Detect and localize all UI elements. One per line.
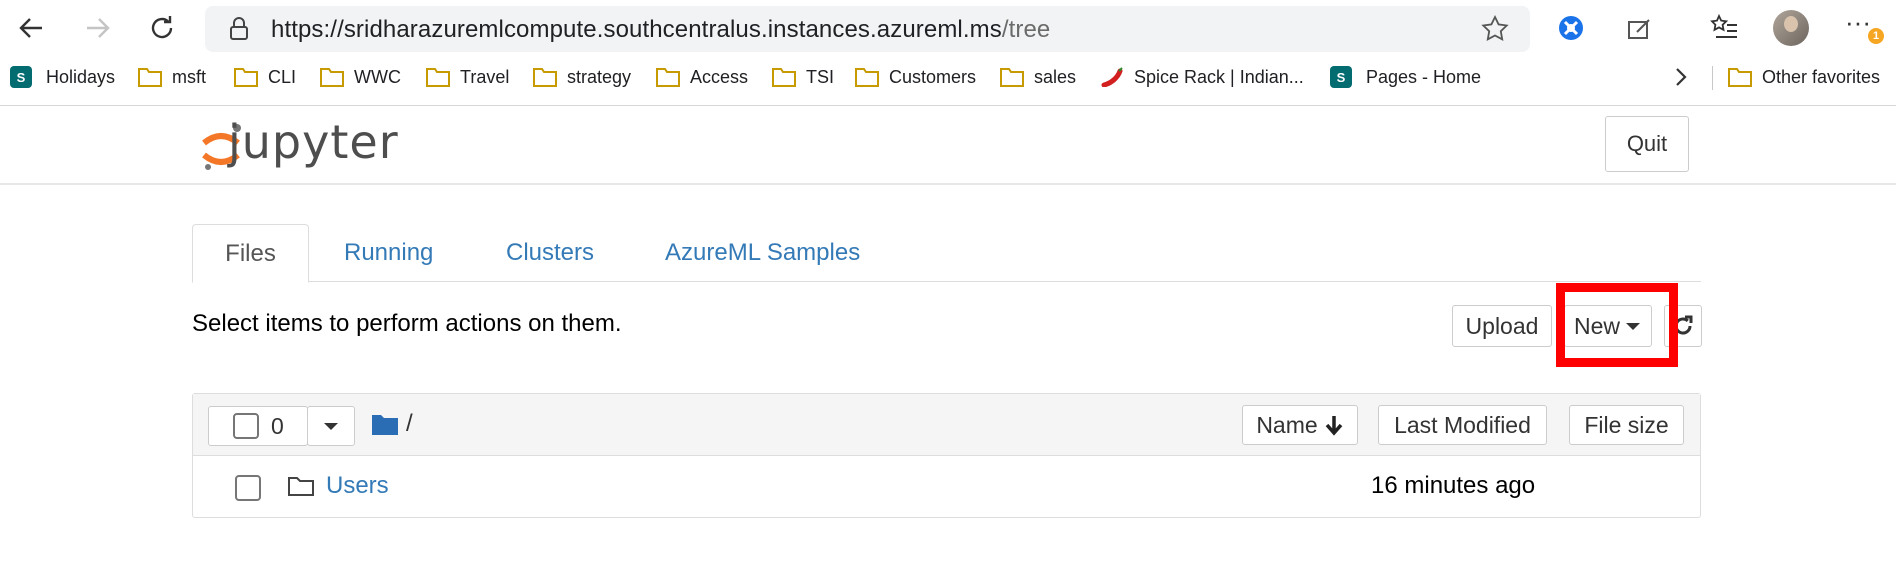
folder-home-icon[interactable] [371, 412, 399, 436]
sort-file-size-button[interactable]: File size [1569, 405, 1684, 445]
folder-icon [1728, 68, 1752, 87]
folder-icon [138, 68, 162, 87]
favorite-label: Travel [460, 66, 510, 87]
sharepoint-icon: S [10, 66, 32, 88]
tab-bar: Files Running Clusters AzureML Samples [192, 224, 1701, 283]
favorite-label: Customers [889, 66, 977, 87]
collections-edit-button[interactable] [1622, 10, 1658, 46]
folder-icon [1000, 68, 1024, 87]
file-list: 0 / Name Last Modified File size Users 1… [192, 393, 1701, 518]
other-favorites[interactable]: Other favorites [1728, 64, 1880, 90]
folder-icon [656, 68, 680, 87]
favorite-item[interactable]: msft [138, 64, 206, 90]
tab-running[interactable]: Running [344, 224, 433, 282]
sort-last-modified-button[interactable]: Last Modified [1378, 405, 1547, 445]
screenshot-edit-icon [1628, 19, 1650, 39]
favorite-item[interactable]: sales [1000, 64, 1076, 90]
favorite-item[interactable]: CLI [234, 64, 296, 90]
lock-icon [230, 17, 248, 40]
upload-button[interactable]: Upload [1452, 305, 1552, 347]
favorite-item[interactable]: Access [656, 64, 748, 90]
other-favorites-label: Other favorites [1762, 66, 1881, 87]
select-all-checkbox[interactable] [233, 413, 259, 439]
folder-icon [320, 68, 344, 87]
select-all-button[interactable]: 0 [208, 406, 308, 446]
row-checkbox[interactable] [235, 475, 261, 501]
favorite-item[interactable]: S Pages - Home [1330, 64, 1481, 90]
tab-clusters[interactable]: Clusters [506, 224, 594, 282]
favorites-bar: S Holidays msft CLI WWC Travel strategy Access T… [0, 60, 1896, 94]
row-name-link[interactable]: Users [326, 472, 389, 500]
tab-azureml-samples[interactable]: AzureML Samples [665, 224, 860, 282]
extension-button[interactable] [1553, 10, 1589, 46]
notification-badge: 1 [1868, 28, 1884, 44]
favorite-item[interactable]: TSI [772, 64, 834, 90]
favorites-list-icon [1710, 13, 1737, 38]
tab-files[interactable]: Files [192, 224, 309, 283]
refresh-button[interactable] [140, 6, 184, 50]
favorite-item[interactable]: Spice Rack | Indian... [1100, 64, 1304, 90]
favorites-overflow-button[interactable] [1672, 64, 1690, 90]
favorite-item[interactable]: S Holidays [10, 64, 115, 90]
selected-count: 0 [271, 412, 284, 439]
back-button[interactable] [9, 6, 53, 50]
favorite-label: CLI [268, 66, 297, 87]
folder-icon [533, 68, 557, 87]
favorite-item[interactable]: WWC [320, 64, 401, 90]
favorite-star-icon[interactable] [1480, 14, 1510, 44]
selection-hint: Select items to perform actions on them. [192, 310, 622, 337]
browser-toolbar: https://sridharazuremlcompute.southcentr… [0, 0, 1896, 106]
file-list-header: 0 / Name Last Modified File size [193, 394, 1700, 456]
favorite-item[interactable]: Customers [855, 64, 976, 90]
favorite-item[interactable]: Travel [426, 64, 509, 90]
address-bar[interactable]: https://sridharazuremlcompute.southcentr… [205, 6, 1530, 52]
forward-button[interactable] [76, 6, 120, 50]
caret-down-icon [324, 423, 338, 430]
favorites-divider [1712, 66, 1713, 90]
sharepoint-icon: S [1330, 66, 1352, 88]
jupyter-logo-text: jupyter [228, 115, 399, 169]
favorites-list-button[interactable] [1707, 10, 1743, 46]
favorite-label: Pages - Home [1366, 66, 1482, 87]
favorite-label: Spice Rack | Indian... [1134, 66, 1304, 87]
folder-icon [855, 68, 879, 87]
highlight-box [1556, 283, 1678, 367]
folder-icon [772, 68, 796, 87]
extension-icon [1559, 16, 1583, 40]
chevron-right-icon [1676, 68, 1687, 86]
url-text: https://sridharazuremlcompute.southcentr… [271, 16, 1050, 44]
forward-arrow-icon [87, 18, 110, 38]
select-menu-dropdown[interactable] [307, 406, 355, 446]
favorite-label: Holidays [46, 66, 116, 87]
chili-icon [1101, 67, 1123, 87]
back-arrow-icon [19, 18, 42, 38]
url-host: https://sridharazuremlcompute.southcentr… [271, 16, 1002, 43]
favorite-label: TSI [806, 66, 835, 87]
quit-button[interactable]: Quit [1605, 116, 1689, 172]
row-last-modified: 16 minutes ago [1371, 472, 1536, 499]
column-name-label: Name [1256, 411, 1318, 438]
profile-avatar[interactable] [1773, 10, 1809, 46]
folder-icon [426, 68, 450, 87]
jupyter-header: jupyter Quit [0, 107, 1896, 185]
favorite-label: WWC [354, 66, 401, 87]
arrow-down-icon [1325, 416, 1342, 436]
url-path: /tree [1001, 16, 1051, 43]
breadcrumb-path[interactable]: / [406, 410, 413, 438]
sort-name-button[interactable]: Name [1242, 405, 1358, 445]
folder-icon [234, 68, 258, 87]
favorite-label: strategy [567, 66, 632, 87]
refresh-icon [151, 16, 173, 39]
favorite-label: Access [690, 66, 749, 87]
favorite-item[interactable]: strategy [533, 64, 631, 90]
favorite-label: sales [1034, 66, 1077, 87]
favorite-label: msft [172, 66, 206, 87]
folder-icon [288, 477, 314, 496]
